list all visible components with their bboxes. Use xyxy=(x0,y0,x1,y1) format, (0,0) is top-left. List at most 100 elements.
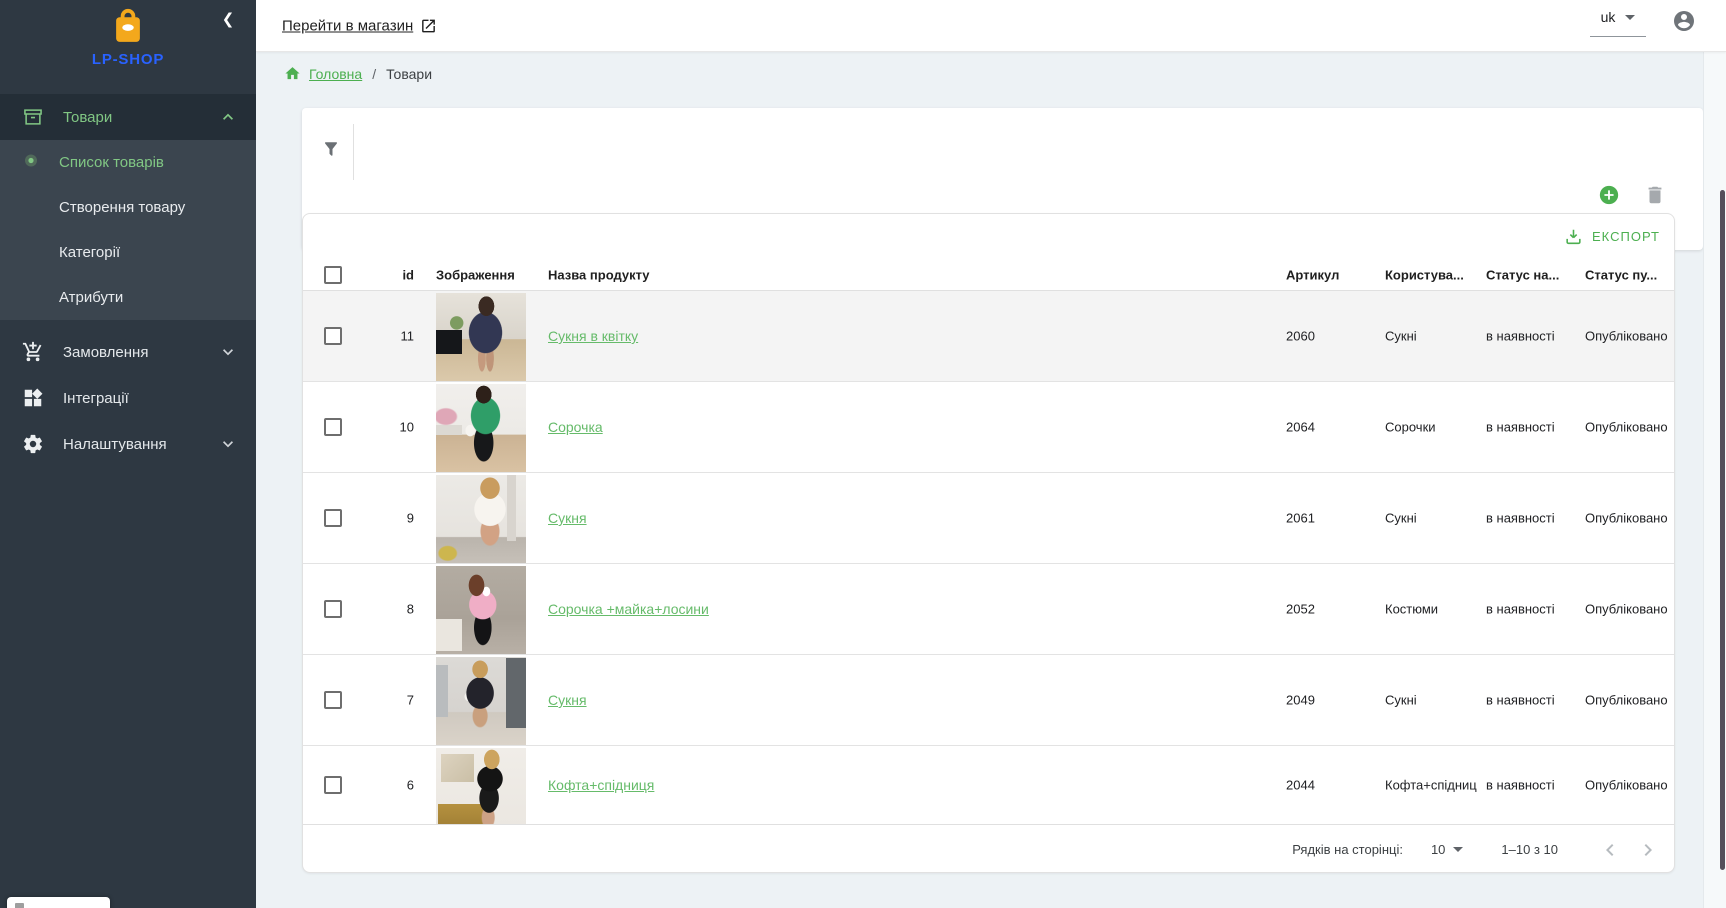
product-link[interactable]: Сорочка +майка+лосини xyxy=(548,601,709,617)
gear-icon xyxy=(22,433,44,455)
row-checkbox[interactable] xyxy=(324,418,342,436)
cell-stock-status: в наявності xyxy=(1486,329,1555,344)
table-row: 7 Сукня 2049 Сукні в наявності Опубліков… xyxy=(303,655,1674,746)
sidebar-nav: Товари Список товарів Створення товару К… xyxy=(0,94,256,467)
bullet-dot-icon xyxy=(24,199,28,217)
product-thumbnail xyxy=(436,748,526,824)
home-icon xyxy=(284,65,301,82)
logo-text: LP-SHOP xyxy=(0,51,256,68)
product-link[interactable]: Сукня xyxy=(548,510,587,526)
cell-category: Сукні xyxy=(1385,693,1480,708)
table-row: 6 Кофта+спідниця 2044 Кофта+спідниц в на… xyxy=(303,746,1674,824)
row-checkbox[interactable] xyxy=(324,600,342,618)
cell-publish-status: Опубліковано xyxy=(1585,693,1668,708)
sidebar-item-product-list[interactable]: Список товарів xyxy=(0,140,256,185)
product-link[interactable]: Сукня в квітку xyxy=(548,328,638,344)
shop-link-label: Перейти в магазин xyxy=(282,17,413,34)
pagination: Рядків на сторінці: 10 1–10 з 10 xyxy=(303,824,1674,873)
breadcrumb: Головна / Товари xyxy=(284,65,432,82)
add-product-button[interactable] xyxy=(1598,184,1620,206)
topbar: Перейти в магазин uk xyxy=(256,0,1726,52)
column-header-stock-status: Статус на... xyxy=(1486,267,1559,282)
language-select[interactable]: uk xyxy=(1590,9,1646,37)
cell-stock-status: в наявності xyxy=(1486,511,1555,526)
rows-per-page-label: Рядків на сторінці: xyxy=(1292,842,1403,857)
chevron-down-icon xyxy=(218,434,238,454)
plus-circle-icon xyxy=(1598,184,1620,206)
product-link[interactable]: Сукня xyxy=(548,692,587,708)
chevron-up-icon xyxy=(218,107,238,127)
sidebar-item-product-create[interactable]: Створення товару xyxy=(0,185,256,230)
bullet-dot-icon xyxy=(24,244,28,262)
shopping-bag-icon xyxy=(109,6,147,46)
sidebar: ❮ LP-SHOP Товари Список товарів xyxy=(0,0,256,908)
sidebar-item-label: Список товарів xyxy=(59,154,164,171)
column-header-category: Користува... xyxy=(1385,267,1464,282)
table-row: 11 Сукня в квітку 2060 Сукні в наявності… xyxy=(303,291,1674,382)
widgets-icon xyxy=(22,387,44,409)
divider xyxy=(353,124,354,180)
cell-stock-status: в наявності xyxy=(1486,693,1555,708)
open-in-new-icon xyxy=(420,17,437,34)
delete-button[interactable] xyxy=(1644,184,1666,206)
caret-down-icon xyxy=(1453,847,1463,852)
cell-category: Сукні xyxy=(1385,511,1480,526)
table-row: 10 Сорочка 2064 Сорочки в наявності Опуб… xyxy=(303,382,1674,473)
pagination-range: 1–10 з 10 xyxy=(1501,842,1558,857)
main-content: Головна / Товари xyxy=(256,52,1726,908)
cell-sku: 2064 xyxy=(1286,420,1315,435)
product-thumbnail xyxy=(436,657,526,745)
cell-sku: 2052 xyxy=(1286,602,1315,617)
account-button[interactable] xyxy=(1672,9,1696,33)
sidebar-item-settings[interactable]: Налаштування xyxy=(0,421,256,467)
radio-selected-icon xyxy=(24,153,38,172)
cart-plus-icon xyxy=(22,341,44,363)
export-button[interactable]: ЕКСПОРТ xyxy=(1564,227,1660,246)
table-body: 11 Сукня в квітку 2060 Сукні в наявності… xyxy=(303,291,1674,824)
pagination-prev-button[interactable] xyxy=(1598,838,1622,862)
filter-button[interactable] xyxy=(310,128,352,170)
cell-id: 9 xyxy=(363,511,414,526)
account-circle-icon xyxy=(1672,9,1696,33)
pagination-next-button[interactable] xyxy=(1636,838,1660,862)
chevron-down-icon xyxy=(218,342,238,362)
row-checkbox[interactable] xyxy=(324,327,342,345)
sidebar-item-categories[interactable]: Категорії xyxy=(0,230,256,275)
select-all-checkbox[interactable] xyxy=(324,266,342,284)
product-link[interactable]: Кофта+спідниця xyxy=(548,777,654,793)
cell-id: 10 xyxy=(363,420,414,435)
row-checkbox[interactable] xyxy=(324,691,342,709)
breadcrumb-home-link[interactable]: Головна xyxy=(309,66,362,82)
cell-sku: 2044 xyxy=(1286,778,1315,793)
sidebar-item-label: Налаштування xyxy=(63,436,167,453)
cell-stock-status: в наявності xyxy=(1486,420,1555,435)
download-icon xyxy=(1564,227,1583,246)
sidebar-item-integrations[interactable]: Інтеграції xyxy=(0,375,256,421)
sidebar-item-products[interactable]: Товари xyxy=(0,94,256,140)
row-checkbox[interactable] xyxy=(324,776,342,794)
shop-link[interactable]: Перейти в магазин xyxy=(282,17,437,34)
scrollbar-thumb[interactable] xyxy=(1720,190,1725,870)
rows-per-page-select[interactable]: 10 xyxy=(1431,842,1463,857)
sidebar-item-orders[interactable]: Замовлення xyxy=(0,329,256,375)
sidebar-item-label: Атрибути xyxy=(59,289,123,306)
cell-stock-status: в наявності xyxy=(1486,602,1555,617)
cell-stock-status: в наявності xyxy=(1486,778,1555,793)
sidebar-collapse-button[interactable]: ❮ xyxy=(216,8,240,32)
cell-sku: 2049 xyxy=(1286,693,1315,708)
cell-category: Кофта+спідниц xyxy=(1385,778,1480,793)
cell-sku: 2060 xyxy=(1286,329,1315,344)
cell-category: Сорочки xyxy=(1385,420,1480,435)
bullet-dot-icon xyxy=(24,289,28,307)
breadcrumb-current: Товари xyxy=(386,66,432,82)
sidebar-item-label: Товари xyxy=(63,109,112,126)
sidebar-item-attributes[interactable]: Атрибути xyxy=(0,275,256,320)
product-link[interactable]: Сорочка xyxy=(548,419,603,435)
cell-id: 8 xyxy=(363,602,414,617)
trash-icon xyxy=(1644,184,1666,206)
chevron-right-icon xyxy=(1636,838,1660,862)
cell-id: 11 xyxy=(363,329,414,344)
cell-publish-status: Опубліковано xyxy=(1585,511,1668,526)
row-checkbox[interactable] xyxy=(324,509,342,527)
cell-id: 7 xyxy=(363,693,414,708)
